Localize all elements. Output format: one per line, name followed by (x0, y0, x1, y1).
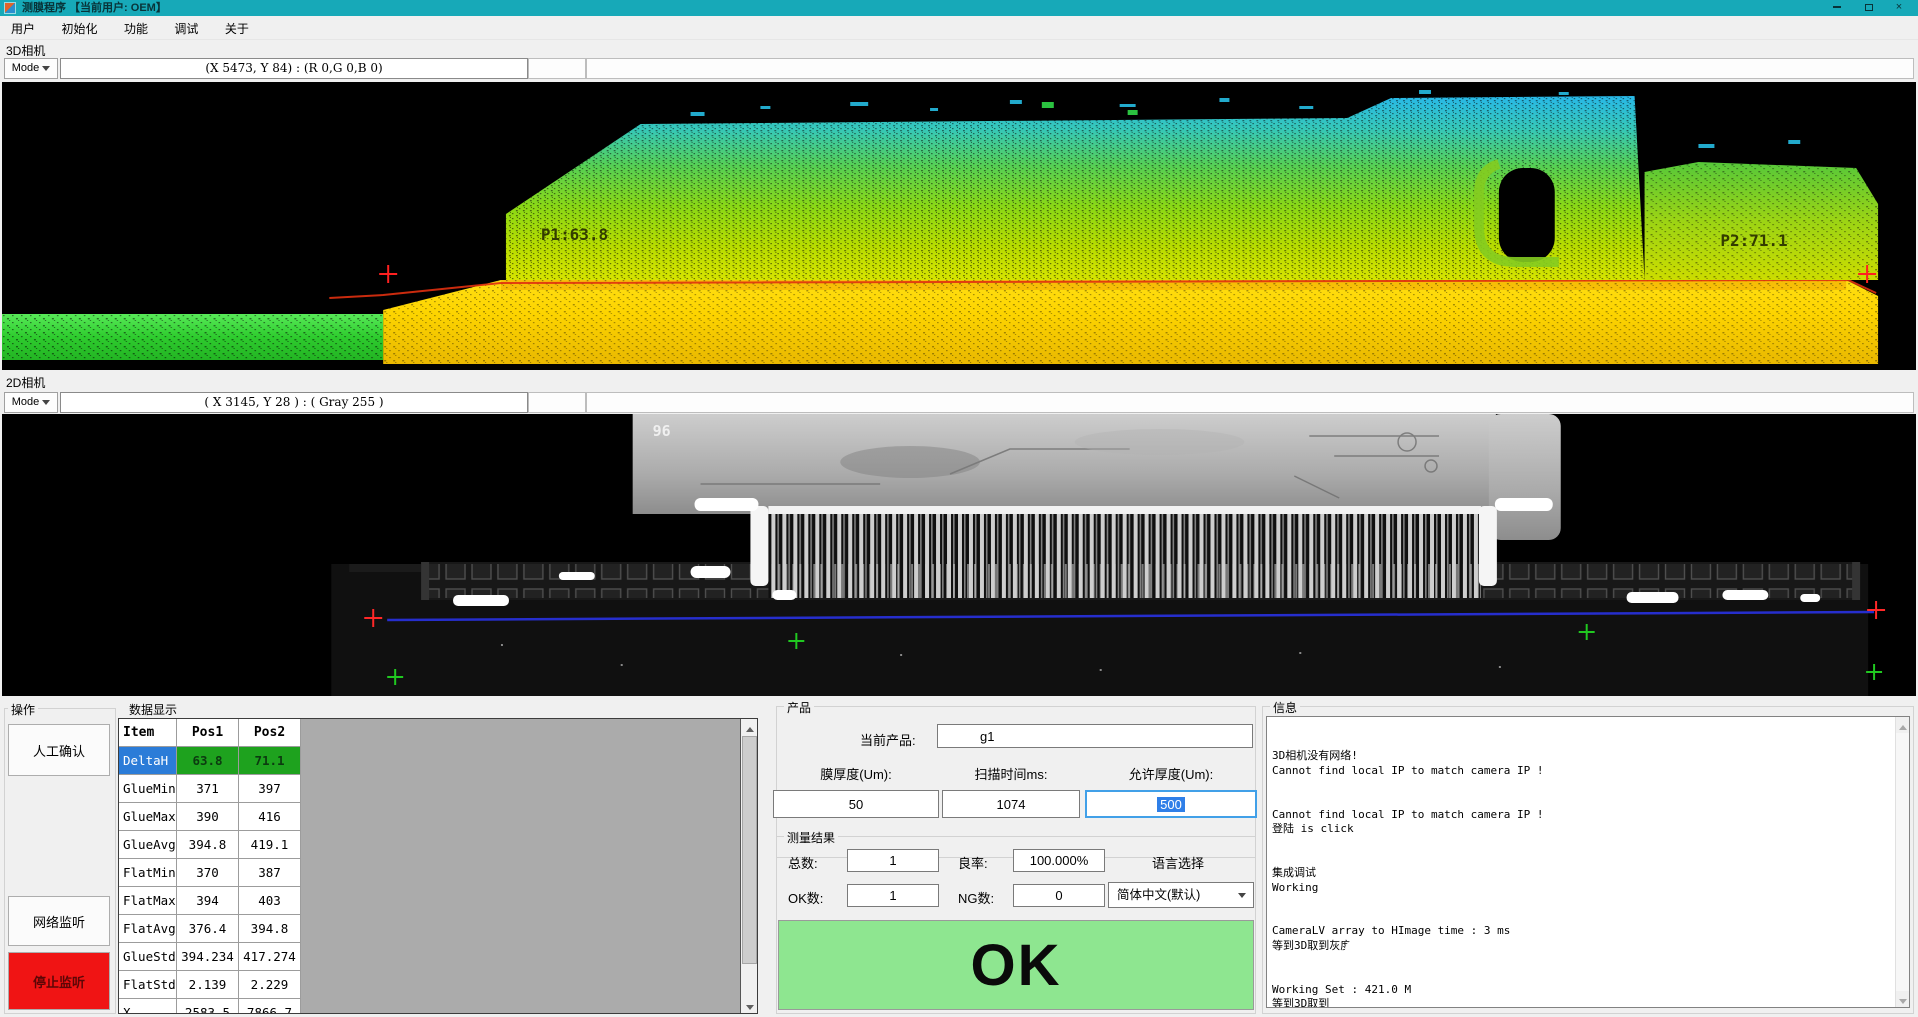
scroll-thumb[interactable] (742, 736, 757, 964)
scan-time-field[interactable]: 1074 (942, 790, 1080, 818)
scroll-up-icon[interactable] (1896, 717, 1909, 733)
chevron-down-icon (42, 400, 50, 405)
info-group-label: 信息 (1270, 699, 1300, 716)
col-header-pos1: Pos1 (177, 719, 239, 747)
menu-bar: 用户 初始化 功能 调试 关于 (0, 16, 1918, 40)
p1-annotation: P1:63.8 (541, 225, 608, 244)
camera2d-image-view[interactable]: 96 (2, 414, 1916, 696)
camera2d-label: 2D相机 (6, 374, 45, 391)
grid-scrollbar[interactable] (740, 719, 757, 1013)
table-row[interactable]: X 2583.5 7866.7 (119, 999, 757, 1014)
chevron-down-icon (42, 66, 50, 71)
camera3d-toolbar: Mode (X 5473, Y 84) : (R 0,G 0,B 0) (0, 56, 1918, 82)
product-group-label: 产品 (784, 699, 814, 716)
ng-count-label: NG数: (958, 888, 994, 907)
menu-initialize[interactable]: 初始化 (50, 16, 108, 40)
menu-user[interactable]: 用户 (0, 16, 46, 40)
table-row[interactable]: FlatAvg 376.4 394.8 (119, 915, 757, 943)
table-row[interactable]: DeltaH 63.8 71.1 (119, 747, 757, 775)
ok-count-field[interactable]: 1 (847, 884, 939, 907)
language-select[interactable]: 简体中文(默认) (1108, 882, 1254, 908)
film-thickness-field[interactable]: 50 (773, 790, 939, 818)
scroll-up-icon[interactable] (742, 719, 757, 735)
title-bar: 测膜程序 【当前用户: OEM】 × (0, 0, 1918, 16)
network-listen-button[interactable]: 网络监听 (8, 896, 110, 946)
current-product-label: 当前产品: (860, 730, 916, 749)
menu-debug[interactable]: 调试 (163, 16, 209, 40)
ok-count-label: OK数: (788, 888, 823, 907)
redaction-smear (1330, 872, 1388, 910)
allow-thickness-label: 允许厚度(Um): (1085, 764, 1257, 783)
redaction-smear (940, 726, 974, 746)
data-display-group-label: 数据显示 (126, 701, 180, 718)
table-row[interactable]: GlueAvg 394.8 419.1 (119, 831, 757, 859)
menu-function[interactable]: 功能 (113, 16, 159, 40)
table-row[interactable]: GlueStd 394.234 417.274 (119, 943, 757, 971)
selected-text: 500 (1157, 797, 1185, 812)
allow-thickness-field[interactable]: 500 (1085, 790, 1257, 818)
heightmap-3d-image: P1:63.8 P2:71.1 (2, 82, 1916, 370)
col-header-item: Item (119, 719, 177, 747)
table-row[interactable]: FlatStd 2.139 2.229 (119, 971, 757, 999)
col-header-pos2: Pos2 (239, 719, 301, 747)
p2-annotation: P2:71.1 (1720, 231, 1787, 250)
stop-listen-button[interactable]: 停止监听 (8, 952, 110, 1010)
camera2d-toolbar-cell (528, 392, 586, 413)
maximize-button[interactable] (1854, 0, 1884, 16)
manual-confirm-button[interactable]: 人工确认 (8, 724, 110, 776)
camera2d-pixel-readout: ( X 3145, Y 28 ) : ( Gray 255 ) (60, 392, 528, 413)
language-label: 语言选择 (1152, 853, 1204, 872)
table-row[interactable]: GlueMax 390 416 (119, 803, 757, 831)
camera2d-mode-button[interactable]: Mode (4, 392, 58, 413)
scan-time-label: 扫描时间ms: (942, 764, 1080, 783)
scroll-down-icon[interactable] (742, 997, 757, 1013)
close-button[interactable]: × (1884, 0, 1914, 16)
camera3d-pixel-readout: (X 5473, Y 84) : (R 0,G 0,B 0) (60, 58, 528, 79)
pcb-silkscreen-mark: 96 (653, 422, 671, 440)
results-group-label: 测量结果 (784, 829, 838, 846)
camera3d-image-view[interactable]: P1:63.8 P2:71.1 (2, 82, 1916, 370)
minimize-button[interactable] (1822, 0, 1852, 16)
camera2d-toolbar-cell (586, 392, 1914, 413)
table-row[interactable]: FlatMax 394 403 (119, 887, 757, 915)
camera3d-mode-button[interactable]: Mode (4, 58, 58, 79)
yield-label: 良率: (958, 853, 988, 872)
ng-count-field[interactable]: 0 (1013, 884, 1105, 907)
table-header-row: Item Pos1 Pos2 (119, 719, 757, 747)
yield-field[interactable]: 100.000% (1013, 849, 1105, 872)
film-thickness-label: 膜厚度(Um): (773, 764, 939, 783)
measurement-data-grid[interactable]: Item Pos1 Pos2 DeltaH 63.8 71.1 GlueMin … (118, 718, 758, 1014)
operation-group-label: 操作 (8, 701, 38, 718)
camera3d-toolbar-cell (586, 58, 1914, 79)
camera2d-toolbar: Mode ( X 3145, Y 28 ) : ( Gray 255 ) (0, 390, 1918, 416)
result-status-banner: OK (778, 920, 1254, 1010)
window-title: 测膜程序 【当前用户: OEM】 (22, 1, 167, 15)
scroll-down-icon[interactable] (1896, 991, 1909, 1007)
total-label: 总数: (788, 853, 818, 872)
menu-about[interactable]: 关于 (214, 16, 260, 40)
log-scrollbar[interactable] (1895, 717, 1909, 1007)
grayscale-2d-image: 96 (2, 414, 1916, 696)
chevron-down-icon (1238, 893, 1246, 898)
table-row[interactable]: GlueMin 371 397 (119, 775, 757, 803)
app-icon (4, 2, 16, 14)
total-field[interactable]: 1 (847, 849, 939, 872)
current-product-field[interactable]: g1 (937, 724, 1253, 748)
table-row[interactable]: FlatMin 370 387 (119, 859, 757, 887)
camera3d-toolbar-cell (528, 58, 586, 79)
